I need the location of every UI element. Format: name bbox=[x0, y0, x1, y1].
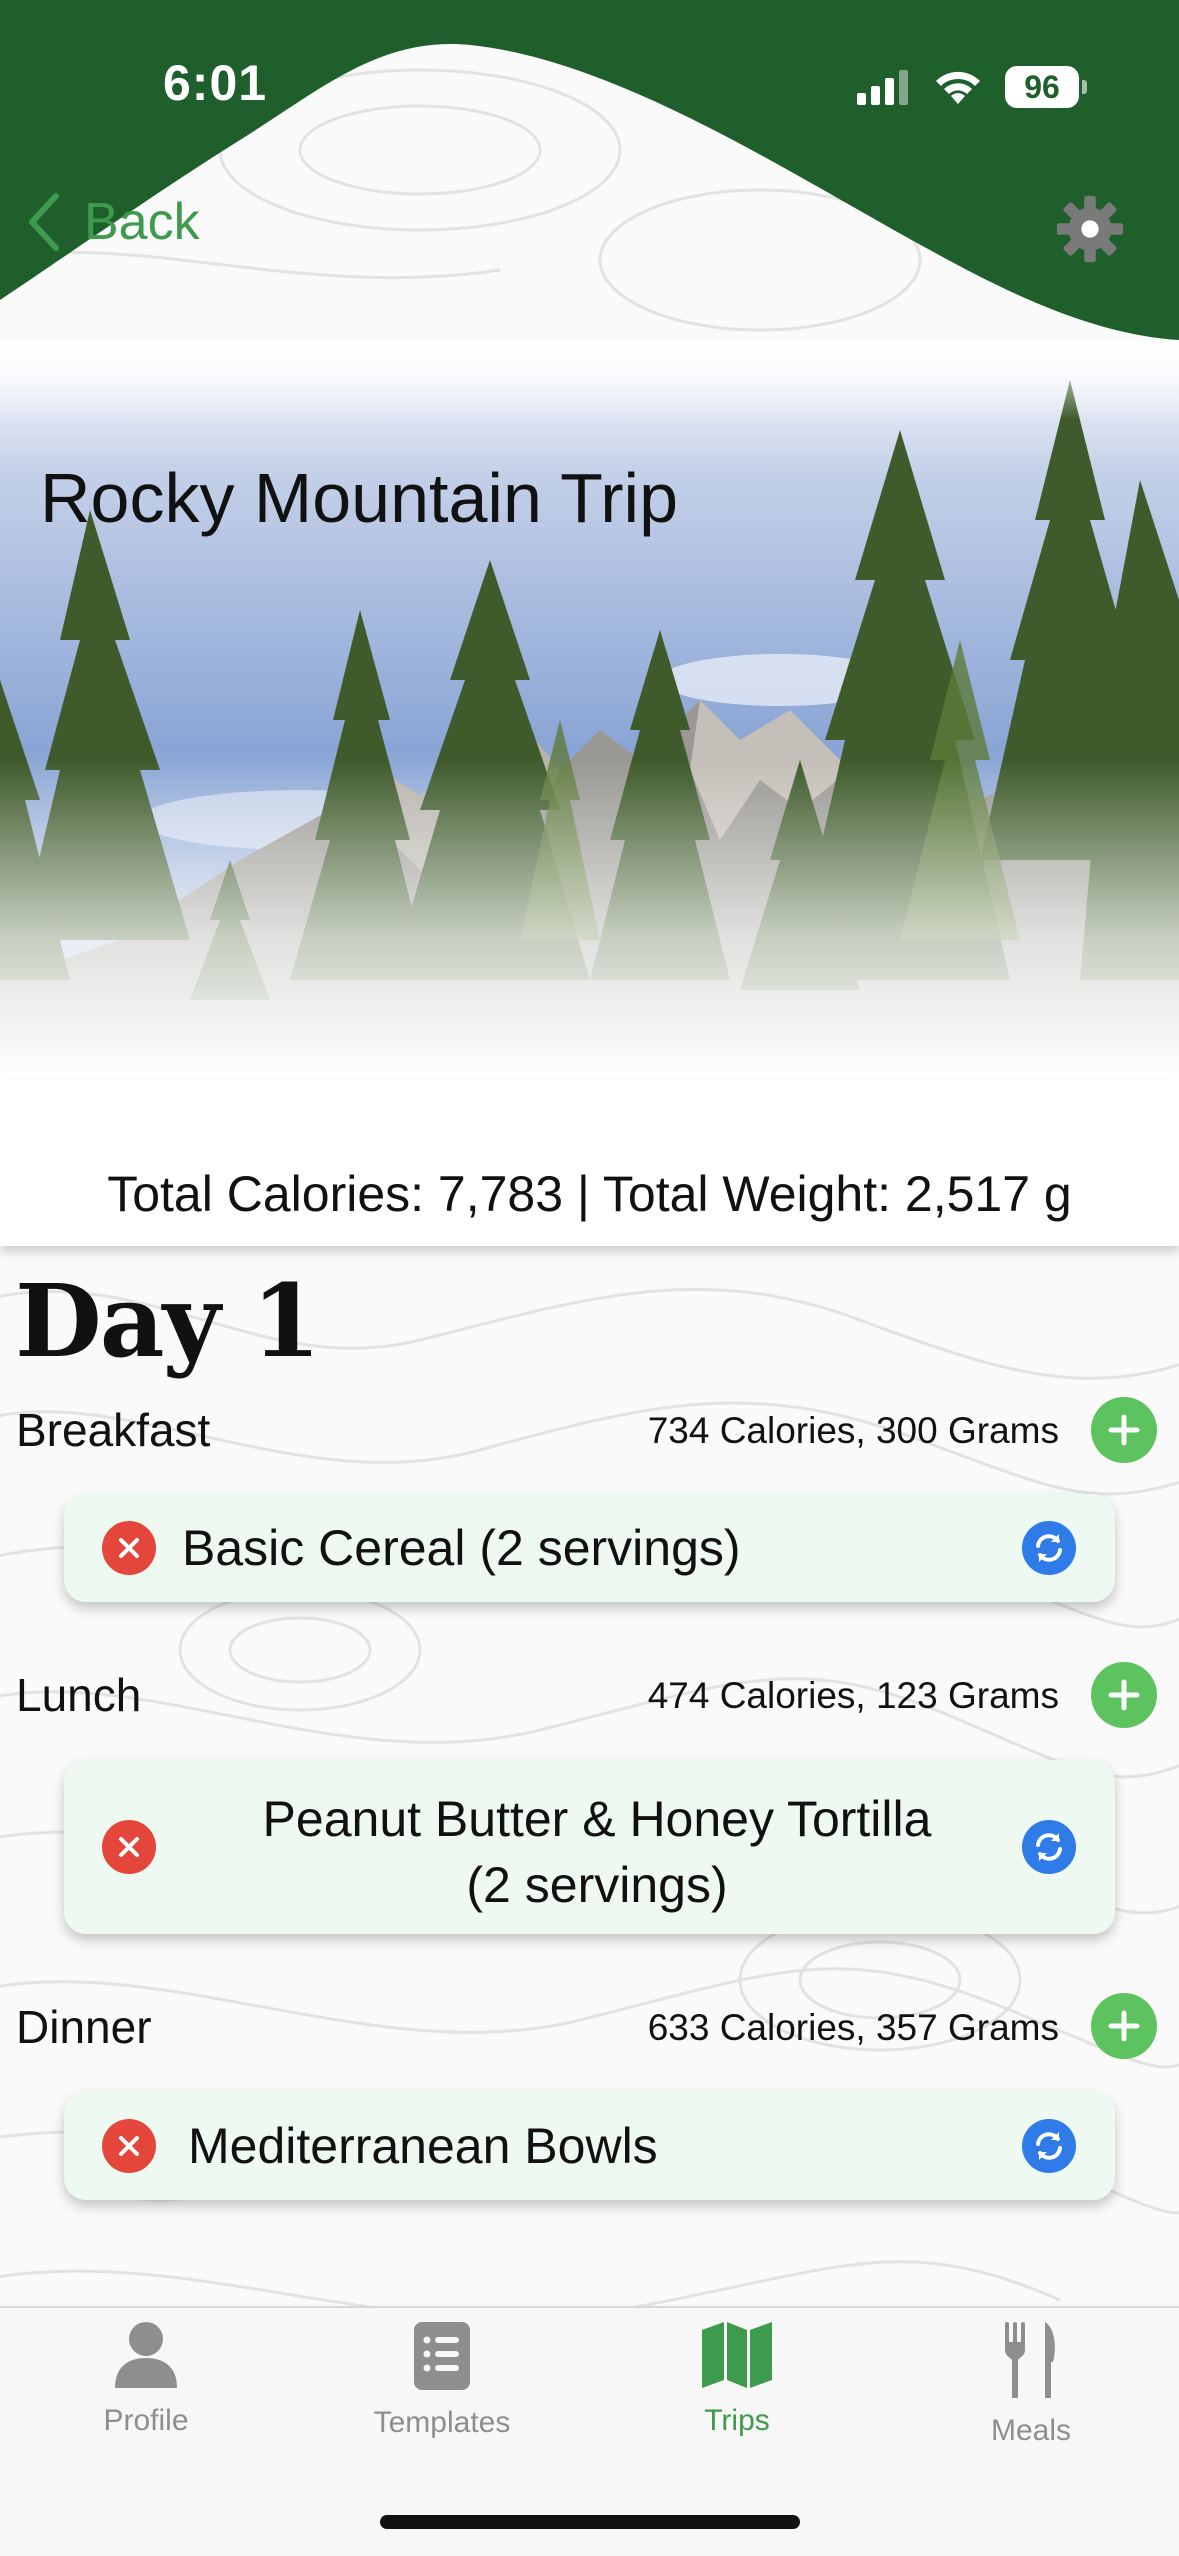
refresh-icon bbox=[1036, 2132, 1062, 2160]
trip-title: Rocky Mountain Trip bbox=[40, 459, 679, 537]
cellular-signal-icon bbox=[857, 70, 908, 105]
swap-item-button[interactable] bbox=[1022, 1820, 1076, 1874]
battery-level: 96 bbox=[1024, 68, 1060, 105]
plus-icon bbox=[1108, 2010, 1140, 2042]
meal-stats-dinner: 633 Calories, 357 Grams bbox=[647, 2007, 1059, 2048]
meal-stats-breakfast: 734 Calories, 300 Grams bbox=[647, 1410, 1059, 1451]
person-icon bbox=[115, 2322, 177, 2388]
swap-item-button[interactable] bbox=[1022, 1521, 1076, 1575]
trip-hero-image bbox=[0, 340, 1179, 1080]
fork-knife-icon bbox=[1005, 2322, 1055, 2398]
refresh-icon bbox=[1036, 1534, 1062, 1562]
meal-item-card[interactable]: Basic Cereal (2 servings) bbox=[64, 1494, 1115, 1602]
map-icon bbox=[702, 2322, 772, 2388]
meal-item-name: Peanut Butter & Honey Tortilla (2 servin… bbox=[182, 1786, 1012, 1918]
tab-label: Meals bbox=[990, 2414, 1072, 2447]
plus-icon bbox=[1108, 1679, 1140, 1711]
add-breakfast-button[interactable] bbox=[1091, 1397, 1157, 1463]
tab-templates[interactable]: Templates bbox=[322, 2320, 562, 2440]
list-icon bbox=[414, 2322, 470, 2390]
meal-stats-lunch: 474 Calories, 123 Grams bbox=[647, 1675, 1059, 1716]
meal-item-name: Basic Cereal (2 servings) bbox=[182, 1520, 741, 1576]
tab-profile[interactable]: Profile bbox=[26, 2320, 266, 2438]
add-dinner-button[interactable] bbox=[1091, 1993, 1157, 2059]
gear-icon[interactable] bbox=[1054, 193, 1126, 265]
meal-item-name: Mediterranean Bowls bbox=[188, 2118, 658, 2174]
add-lunch-button[interactable] bbox=[1091, 1662, 1157, 1728]
chevron-left-icon bbox=[29, 193, 59, 251]
meal-item-card[interactable]: Mediterranean Bowls bbox=[64, 2092, 1115, 2200]
meal-item-card[interactable]: Peanut Butter & Honey Tortilla (2 servin… bbox=[64, 1760, 1115, 1934]
meal-label-lunch: Lunch bbox=[16, 1669, 142, 1721]
tab-label: Trips bbox=[704, 2404, 770, 2437]
tab-trips[interactable]: Trips bbox=[617, 2320, 857, 2438]
status-time: 6:01 bbox=[163, 55, 268, 111]
swap-item-button[interactable] bbox=[1022, 2119, 1076, 2173]
mountain-forest-illustration bbox=[0, 340, 1179, 1080]
close-icon bbox=[119, 1837, 139, 1857]
close-icon bbox=[119, 1538, 139, 1558]
day-title: Day 1 bbox=[15, 1262, 321, 1380]
status-icons: 96 bbox=[857, 62, 1087, 112]
trip-detail-screen: 6:01 96 Back Rocky Mountain Trip Total C… bbox=[0, 0, 1179, 2556]
home-indicator bbox=[380, 2515, 800, 2529]
meal-label-dinner: Dinner bbox=[16, 2001, 152, 2053]
plus-icon bbox=[1108, 1414, 1140, 1446]
meal-item-name-line1: Peanut Butter & Honey Tortilla bbox=[262, 1791, 932, 1847]
close-icon bbox=[119, 2136, 139, 2156]
tab-label: Templates bbox=[373, 2406, 511, 2439]
tab-meals[interactable]: Meals bbox=[911, 2320, 1151, 2448]
back-button[interactable]: Back bbox=[24, 192, 200, 252]
remove-item-button[interactable] bbox=[102, 2119, 156, 2173]
meal-item-servings: (2 servings) bbox=[466, 1857, 728, 1913]
back-label: Back bbox=[84, 193, 200, 251]
refresh-icon bbox=[1036, 1833, 1062, 1861]
remove-item-button[interactable] bbox=[102, 1521, 156, 1575]
tab-label: Profile bbox=[103, 2404, 189, 2437]
battery-indicator: 96 bbox=[1005, 66, 1087, 108]
trip-totals: Total Calories: 7,783 | Total Weight: 2,… bbox=[107, 1166, 1072, 1222]
remove-item-button[interactable] bbox=[102, 1820, 156, 1874]
wifi-icon bbox=[936, 71, 980, 104]
meal-label-breakfast: Breakfast bbox=[16, 1404, 211, 1456]
